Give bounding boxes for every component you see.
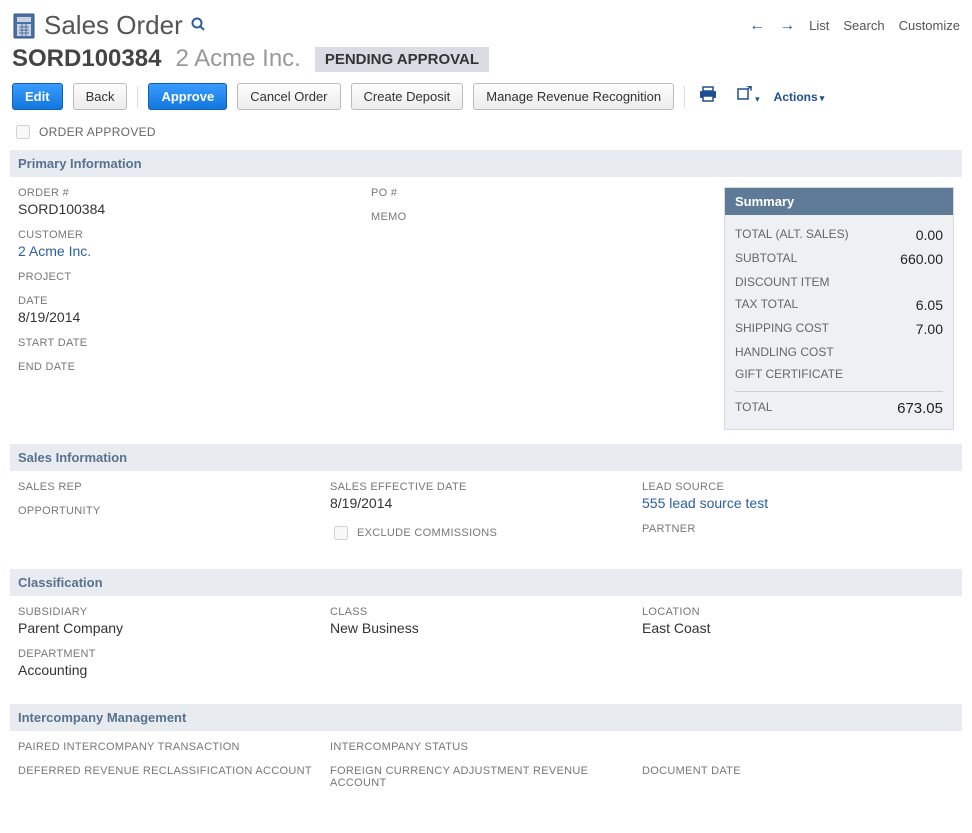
sum-shipping: 7.00 [916, 321, 943, 337]
po-label: PO # [371, 187, 724, 199]
effective-date-label: SALES EFFECTIVE DATE [330, 481, 642, 493]
back-button[interactable]: Back [73, 83, 128, 110]
lead-source-link[interactable]: 555 lead source test [642, 495, 954, 511]
document-date-label: DOCUMENT DATE [642, 765, 954, 777]
location-value: East Coast [642, 620, 954, 636]
exclude-commissions-checkbox [334, 526, 348, 540]
section-classification-header: Classification [10, 569, 962, 596]
sum-discount-label: DISCOUNT ITEM [735, 275, 829, 289]
sum-handling-label: HANDLING COST [735, 345, 834, 359]
sum-total-label: TOTAL [735, 400, 773, 417]
sum-subtotal: 660.00 [900, 251, 943, 267]
sum-tax-label: TAX TOTAL [735, 297, 798, 313]
memo-label: MEMO [371, 211, 724, 223]
nav-forward-arrow[interactable]: → [779, 17, 795, 35]
sum-total-alt: 0.00 [916, 227, 943, 243]
section-sales-header: Sales Information [10, 444, 962, 471]
date-value: 8/19/2014 [18, 309, 371, 325]
sum-shipping-label: SHIPPING COST [735, 321, 829, 337]
actions-menu[interactable]: Actions▾ [774, 90, 825, 104]
department-value: Accounting [18, 662, 330, 678]
subsidiary-label: SUBSIDIARY [18, 606, 330, 618]
nav-list[interactable]: List [809, 18, 829, 33]
nav-back-arrow[interactable]: ← [749, 17, 765, 35]
customer-link[interactable]: 2 Acme Inc. [18, 243, 371, 259]
intercompany-status-label: INTERCOMPANY STATUS [330, 741, 642, 753]
opportunity-label: OPPORTUNITY [18, 505, 330, 517]
edit-button[interactable]: Edit [12, 83, 63, 110]
sum-total: 673.05 [897, 400, 943, 417]
cancel-order-button[interactable]: Cancel Order [237, 83, 340, 110]
deferred-revenue-label: DEFERRED REVENUE RECLASSIFICATION ACCOUN… [18, 765, 330, 777]
order-approved-label: ORDER APPROVED [39, 125, 156, 139]
order-approved-checkbox [16, 125, 30, 139]
order-num-value: SORD100384 [18, 201, 371, 217]
create-deposit-button[interactable]: Create Deposit [351, 83, 464, 110]
subsidiary-value: Parent Company [18, 620, 330, 636]
lead-source-label: LEAD SOURCE [642, 481, 954, 493]
summary-panel: Summary TOTAL (ALT. SALES) 0.00 SUBTOTAL 6… [724, 187, 954, 430]
summary-title: Summary [725, 188, 953, 215]
print-icon[interactable] [695, 84, 721, 109]
location-label: LOCATION [642, 606, 954, 618]
sum-subtotal-label: SUBTOTAL [735, 251, 797, 267]
class-value: New Business [330, 620, 642, 636]
sum-gift-label: GIFT CERTIFICATE [735, 367, 843, 381]
partner-label: PARTNER [642, 523, 954, 535]
nav-customize[interactable]: Customize [899, 18, 960, 33]
sales-order-icon [12, 12, 36, 40]
sum-total-alt-label: TOTAL (ALT. SALES) [735, 227, 849, 243]
record-id: SORD100384 [12, 45, 161, 73]
separator [137, 86, 138, 108]
order-num-label: ORDER # [18, 187, 371, 199]
section-primary-header: Primary Information [10, 150, 962, 177]
sales-rep-label: SALES REP [18, 481, 330, 493]
sum-tax: 6.05 [916, 297, 943, 313]
separator [684, 86, 685, 108]
section-intercompany-header: Intercompany Management [10, 704, 962, 731]
search-icon[interactable] [191, 17, 205, 35]
department-label: DEPARTMENT [18, 648, 330, 660]
paired-intercompany-label: PAIRED INTERCOMPANY TRANSACTION [18, 741, 330, 753]
fx-adjustment-label: FOREIGN CURRENCY ADJUSTMENT REVENUE ACCO… [330, 765, 642, 789]
exclude-commissions-label: EXCLUDE COMMISSIONS [357, 527, 497, 539]
page-title: Sales Order [44, 10, 183, 41]
nav-search[interactable]: Search [843, 18, 884, 33]
approve-button[interactable]: Approve [148, 83, 227, 110]
project-label: PROJECT [18, 271, 371, 283]
start-date-label: START DATE [18, 337, 371, 349]
manage-revenue-button[interactable]: Manage Revenue Recognition [473, 83, 674, 110]
status-badge: PENDING APPROVAL [315, 47, 489, 72]
customer-label: CUSTOMER [18, 229, 371, 241]
record-customer: 2 Acme Inc. [175, 45, 300, 73]
new-window-icon[interactable]: ▾ [731, 84, 764, 109]
effective-date-value: 8/19/2014 [330, 495, 642, 511]
date-label: DATE [18, 295, 371, 307]
end-date-label: END DATE [18, 361, 371, 373]
class-label: CLASS [330, 606, 642, 618]
